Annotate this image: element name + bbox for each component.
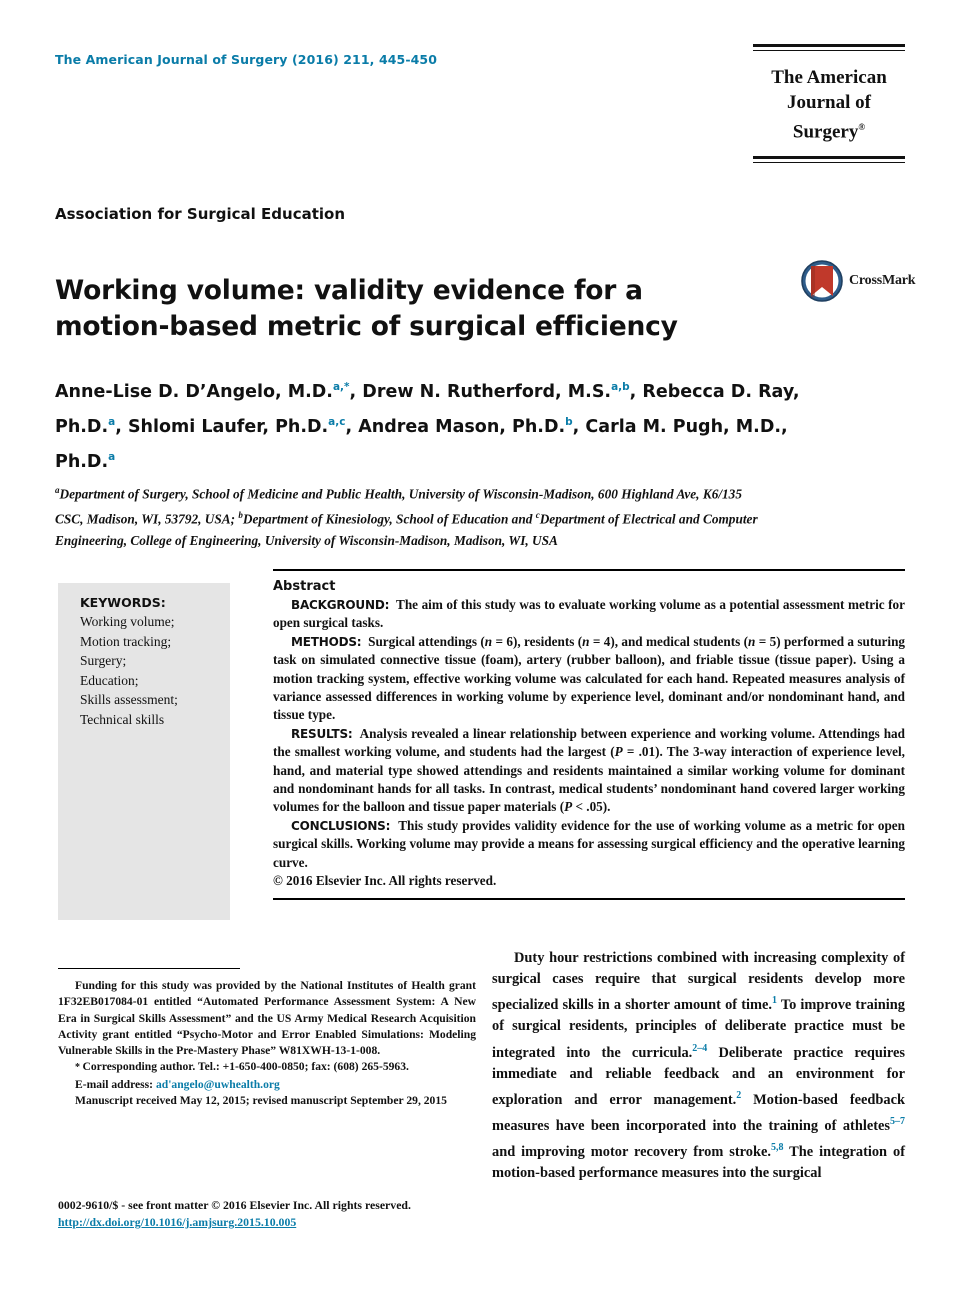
abstract-section-label: RESULTS: (291, 726, 353, 741)
abstract-copyright: © 2016 Elsevier Inc. All rights reserved… (273, 873, 497, 889)
masthead: The American Journal of Surgery (2016) 2… (55, 44, 905, 184)
abstract-bottom-rule (273, 897, 905, 900)
asterisk-icon: * (75, 1062, 83, 1074)
keyword-item: Education; (80, 672, 139, 688)
abstract-section-label: BACKGROUND: (291, 598, 390, 612)
funding-note: Funding for this study was provided by t… (58, 979, 476, 1058)
abstract-body: BACKGROUND: The aim of this study was to… (273, 596, 905, 872)
article-first-page: The American Journal of Surgery (2016) 2… (0, 0, 960, 1290)
author-affiliation-mark: b (565, 415, 573, 428)
author-name: Drew N. Rutherford, M.S. (362, 381, 612, 402)
abstract-top-rule (273, 569, 905, 571)
journal-logo-text: The American Journal of Surgery® (753, 65, 905, 144)
keyword-item: Surgery; (80, 653, 127, 668)
issn-line: 0002-9610/$ - see front matter © 2016 El… (58, 1198, 411, 1212)
crossmark-badge[interactable]: CrossMark (801, 257, 916, 305)
author-name: Anne-Lise D. D’Angelo, M.D. (55, 381, 333, 402)
author-affiliation-mark: a (108, 415, 116, 428)
citation-reference[interactable]: 5–7 (890, 1116, 905, 1127)
abstract-paragraph: METHODS: Surgical attendings (n = 6), re… (273, 633, 905, 725)
corresponding-author-note: * Corresponding author. Tel.: +1-650-400… (75, 1060, 409, 1074)
author-affiliation-mark: a,* (332, 381, 350, 393)
body-column: Duty hour restrictions combined with inc… (492, 948, 905, 1184)
keyword-item: Skills assessment; (80, 692, 178, 707)
author-affiliation-mark: a,c (328, 415, 346, 428)
body-text-run: and improving motor recovery from stroke… (492, 1143, 771, 1160)
author-affiliation-mark: a,b (611, 381, 630, 393)
author-name: Andrea Mason, Ph.D. (358, 416, 566, 437)
author-name: Shlomi Laufer, Ph.D. (127, 416, 329, 437)
page-footer: 0002-9610/$ - see front matter © 2016 El… (58, 1198, 488, 1231)
section-label: Association for Surgical Education (55, 205, 346, 223)
abstract-heading: Abstract (273, 579, 336, 594)
keyword-item: Motion tracking; (80, 633, 172, 649)
email-link[interactable]: ad'angelo@uwhealth.org (156, 1078, 280, 1091)
keywords-box: KEYWORDS: Working volume; Motion tracking… (58, 583, 230, 920)
author-affiliation-mark: a (108, 450, 116, 463)
affiliations: aDepartment of Surgery, School of Medici… (55, 480, 760, 551)
logo-rule-bottom (753, 156, 905, 164)
logo-rule-top (753, 44, 905, 51)
keywords-title: KEYWORDS: (80, 595, 166, 610)
author-list: Anne-Lise D. D’Angelo, M.D.a,*, Drew N. … (55, 381, 800, 472)
abstract-section: Abstract BACKGROUND: The aim of this stu… (273, 569, 905, 900)
trademark-symbol: ® (858, 122, 866, 132)
abstract-paragraph: BACKGROUND: The aim of this study was to… (273, 596, 905, 633)
journal-logo: The American Journal of Surgery® (753, 44, 905, 164)
manuscript-dates-note: Manuscript received May 12, 2015; revise… (75, 1094, 447, 1108)
abstract-section-text: Surgical attendings (n = 6), residents (… (273, 633, 906, 723)
abstract-section-label: METHODS: (291, 634, 362, 649)
journal-logo-line2: Journal of Surgery® (787, 92, 871, 143)
crossmark-label: CrossMark (849, 273, 916, 288)
crossmark-icon (801, 260, 843, 302)
keywords-list: Working volume; Motion tracking; Surgery; E… (80, 612, 220, 729)
abstract-paragraph: RESULTS: Analysis revealed a linear rela… (273, 725, 905, 817)
page-title: Working volume: validity evidence for a … (55, 274, 678, 342)
footnote-divider (58, 968, 240, 969)
journal-citation-line: The American Journal of Surgery (2016) 2… (55, 52, 438, 67)
citation-reference[interactable]: 5,8 (771, 1142, 784, 1153)
keyword-item: Working volume; (80, 614, 175, 629)
abstract-paragraph: CONCLUSIONS: This study provides validit… (273, 817, 905, 872)
journal-logo-line1: The American (771, 67, 887, 88)
email-note: E-mail address: ad'angelo@uwhealth.org (75, 1077, 280, 1091)
intro-paragraph: Duty hour restrictions combined with inc… (492, 948, 905, 1184)
doi-link[interactable]: http://dx.doi.org/10.1016/j.amjsurg.2015… (58, 1215, 296, 1229)
footnote-column: Funding for this study was provided by t… (58, 968, 476, 1109)
affiliation-text: Department of Kinesiology, School of Edu… (242, 511, 536, 527)
abstract-section-text: Analysis revealed a linear relationship … (273, 725, 905, 815)
abstract-section-label: CONCLUSIONS: (291, 818, 391, 833)
citation-reference[interactable]: 2–4 (692, 1043, 707, 1054)
keyword-item: Technical skills (80, 711, 165, 727)
